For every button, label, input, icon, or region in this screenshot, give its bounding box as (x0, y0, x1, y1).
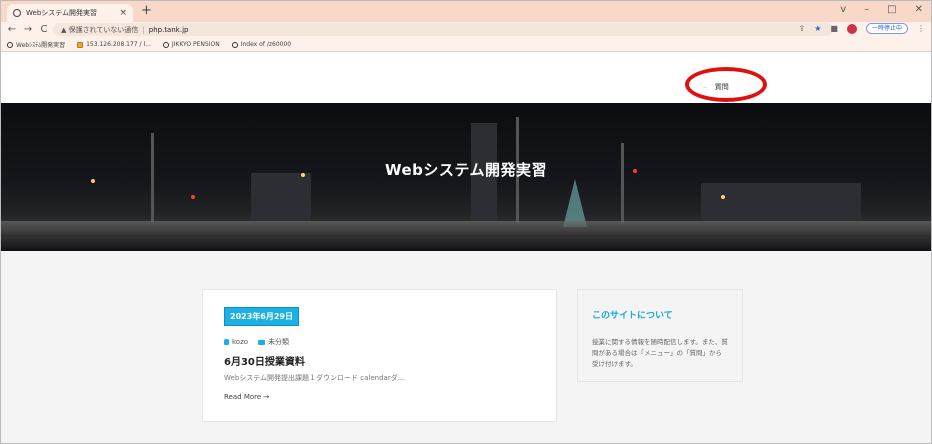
menu-kebab-icon[interactable]: ⋮ (917, 24, 925, 33)
share-icon[interactable]: ⇪ (799, 24, 806, 33)
security-warning[interactable]: ▲ 保護されていない通信 (61, 25, 138, 35)
read-more-link[interactable]: Read More → (224, 393, 269, 401)
bookmark-item[interactable]: JIKKYO PENSION (162, 41, 220, 48)
post-category-name: 未分類 (268, 338, 290, 346)
post-date-badge[interactable]: 2023年6月29日 (224, 307, 299, 326)
hero-light (721, 195, 725, 199)
bookmark-item[interactable]: Webｼｽﾃﾑ開発実習 (7, 40, 65, 49)
bookmark-item[interactable]: Index of /z60000 (231, 41, 292, 48)
bookmark-label: Webｼｽﾃﾑ開発実習 (16, 42, 66, 49)
side-panel-icon[interactable]: ■ (830, 24, 838, 33)
post-category[interactable]: 未分類 (258, 337, 289, 347)
red-annotation-circle (685, 67, 767, 102)
reload-button[interactable]: C (39, 25, 49, 35)
hero-pole (621, 143, 624, 223)
hero-building (251, 173, 311, 223)
profile-paused-button[interactable]: 一時停止中 (865, 23, 908, 34)
post-author[interactable]: kozo (224, 338, 248, 346)
minimize-button[interactable]: – (864, 4, 869, 15)
hero-tree (563, 179, 587, 227)
site-header: – 質問 (1, 52, 931, 104)
user-icon (224, 339, 229, 345)
browser-window: Webシステム開発実習 × + v – □ ✕ ← → C ▲ 保護されていない… (0, 0, 932, 444)
folder-icon (258, 339, 266, 345)
post-excerpt: Webシステム開発提出課題１ダウンロード calendarダ... (224, 374, 405, 382)
bookmarks-bar: Webｼｽﾃﾑ開発実習 153.126.208.177 / l... JIKKY… (1, 38, 931, 52)
browser-tab[interactable]: Webシステム開発実習 × (7, 4, 133, 22)
globe-icon (231, 41, 238, 48)
widget-title: このサイトについて (592, 311, 673, 321)
close-tab-icon[interactable]: × (119, 8, 127, 18)
globe-icon (7, 41, 13, 48)
close-window-button[interactable]: ✕ (915, 4, 923, 15)
post-meta: kozo 未分類 (224, 337, 289, 347)
bookmark-star-icon[interactable]: ★ (814, 24, 821, 33)
bookmark-label: JIKKYO PENSION (171, 41, 220, 48)
address-separator: | (142, 25, 145, 34)
forward-button[interactable]: → (23, 25, 33, 35)
tab-title: Webシステム開発実習 (26, 9, 98, 17)
hero-road (1, 221, 931, 237)
globe-icon (162, 41, 169, 48)
post-title[interactable]: 6月30日授業資料 (224, 353, 305, 368)
address-host: php.tank.jp (148, 25, 189, 34)
post-author-name: kozo (232, 338, 249, 346)
hero-title: Webシステム開発実習 (385, 161, 547, 179)
address-bar[interactable]: ▲ 保護されていない通信 | php.tank.jp (53, 23, 833, 36)
hero-banner: Webシステム開発実習 (1, 103, 931, 251)
window-controls: v – □ ✕ (840, 4, 923, 15)
globe-icon (13, 9, 21, 17)
bookmark-label: Index of /z60000 (240, 41, 292, 48)
hero-building (701, 183, 861, 223)
bookmark-label: 153.126.208.177 / l... (86, 41, 151, 48)
hero-light (191, 195, 195, 199)
toolbar-actions: ⇪ ★ ■ 一時停止中 ⋮ (799, 23, 925, 34)
browser-toolbar: ← → C ▲ 保護されていない通信 | php.tank.jp ⇪ ★ ■ 一… (1, 22, 931, 38)
about-widget: このサイトについて 授業に関する情報を随時配信します。また、質問がある場合は「メ… (577, 289, 743, 382)
bookmark-item[interactable]: 153.126.208.177 / l... (77, 41, 151, 48)
maximize-button[interactable]: □ (887, 4, 896, 15)
back-button[interactable]: ← (7, 25, 17, 35)
tab-strip: Webシステム開発実習 × + v – □ ✕ (1, 1, 931, 22)
tab-search-icon[interactable]: v (840, 4, 846, 15)
widget-text: 授業に関する情報を随時配信します。また、質問がある場合は「メニュー」の「質問」か… (592, 338, 728, 368)
main-content: 2023年6月29日 kozo 未分類 6月30日授業資料 Webシステム開発提… (1, 251, 931, 443)
new-tab-button[interactable]: + (141, 4, 152, 18)
post-card: 2023年6月29日 kozo 未分類 6月30日授業資料 Webシステム開発提… (202, 289, 557, 422)
folder-icon (77, 41, 84, 48)
avatar[interactable] (846, 23, 857, 34)
